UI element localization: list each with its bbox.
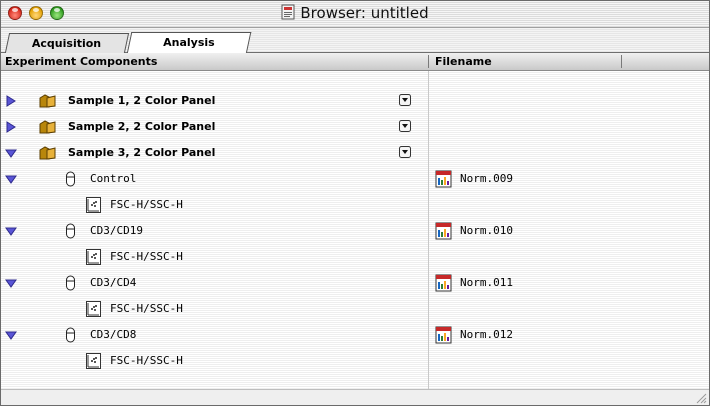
tab-acquisition[interactable]: Acquisition [4, 33, 130, 53]
fcs-file-icon[interactable] [435, 326, 452, 344]
filename-label: Norm.012 [460, 328, 513, 341]
popup-menu-icon[interactable] [399, 120, 411, 132]
tube-icon [66, 275, 75, 291]
window-title: Browser: untitled [300, 4, 429, 22]
tube-row[interactable]: CD3/CD8 Norm.012 [1, 322, 709, 348]
title-bar[interactable]: Browser: untitled [1, 1, 709, 28]
tab-analysis-label: Analysis [163, 36, 215, 49]
sample-label: Sample 2, 2 Color Panel [68, 120, 216, 133]
folder-icon [39, 94, 56, 108]
disclosure-expanded-icon[interactable] [5, 329, 17, 341]
plot-row[interactable]: FSC-H/SSC-H [1, 244, 709, 270]
disclosure-expanded-icon[interactable] [5, 277, 17, 289]
column-filename[interactable]: Filename [435, 53, 492, 70]
sample-label: Sample 1, 2 Color Panel [68, 94, 216, 107]
fcs-file-icon[interactable] [435, 222, 452, 240]
sample-row[interactable]: Sample 2, 2 Color Panel [1, 114, 709, 140]
resize-grip-icon[interactable] [696, 393, 707, 404]
tube-label: Control [90, 172, 137, 185]
plot-label: FSC-H/SSC-H [110, 198, 183, 211]
document-icon [281, 4, 295, 20]
folder-icon [39, 120, 56, 134]
tube-icon [66, 223, 75, 239]
dot-plot-icon [86, 301, 101, 317]
window-title-wrap: Browser: untitled [1, 4, 709, 22]
plot-label: FSC-H/SSC-H [110, 250, 183, 263]
tab-acquisition-label: Acquisition [32, 37, 102, 50]
disclosure-expanded-icon[interactable] [5, 225, 17, 237]
sample-row[interactable]: Sample 3, 2 Color Panel [1, 140, 709, 166]
tube-icon [66, 171, 75, 187]
dot-plot-icon [86, 249, 101, 265]
plot-row[interactable]: FSC-H/SSC-H [1, 296, 709, 322]
tube-row[interactable]: CD3/CD19 Norm.010 [1, 218, 709, 244]
disclosure-collapsed-icon[interactable] [5, 121, 17, 133]
disclosure-expanded-icon[interactable] [5, 173, 17, 185]
plot-row[interactable]: FSC-H/SSC-H [1, 192, 709, 218]
popup-menu-icon[interactable] [399, 146, 411, 158]
dot-plot-icon [86, 353, 101, 369]
plot-row[interactable]: FSC-H/SSC-H [1, 348, 709, 374]
column-divider[interactable] [428, 55, 429, 68]
plot-label: FSC-H/SSC-H [110, 354, 183, 367]
fcs-file-icon[interactable] [435, 170, 452, 188]
plot-label: FSC-H/SSC-H [110, 302, 183, 315]
filename-label: Norm.010 [460, 224, 513, 237]
tube-label: CD3/CD4 [90, 276, 137, 289]
tube-icon [66, 327, 75, 343]
tab-bar: Acquisition Analysis [1, 28, 709, 54]
column-header: Experiment Components Filename [1, 53, 709, 71]
disclosure-expanded-icon[interactable] [5, 147, 17, 159]
tab-analysis[interactable]: Analysis [126, 32, 252, 54]
tube-label: CD3/CD8 [90, 328, 137, 341]
sample-row[interactable]: Sample 1, 2 Color Panel [1, 88, 709, 114]
tube-label: CD3/CD19 [90, 224, 143, 237]
tube-row[interactable]: CD3/CD4 Norm.011 [1, 270, 709, 296]
filename-label: Norm.011 [460, 276, 513, 289]
sample-label: Sample 3, 2 Color Panel [68, 146, 216, 159]
folder-icon [39, 146, 56, 160]
column-experiment-components[interactable]: Experiment Components [5, 53, 157, 70]
disclosure-collapsed-icon[interactable] [5, 95, 17, 107]
browser-window: Browser: untitled Acquisition Analysis E… [0, 0, 710, 406]
tube-row[interactable]: Control Norm.009 [1, 166, 709, 192]
fcs-file-icon[interactable] [435, 274, 452, 292]
filename-label: Norm.009 [460, 172, 513, 185]
status-bar [1, 389, 709, 405]
column-divider-2[interactable] [621, 55, 622, 68]
dot-plot-icon [86, 197, 101, 213]
popup-menu-icon[interactable] [399, 94, 411, 106]
